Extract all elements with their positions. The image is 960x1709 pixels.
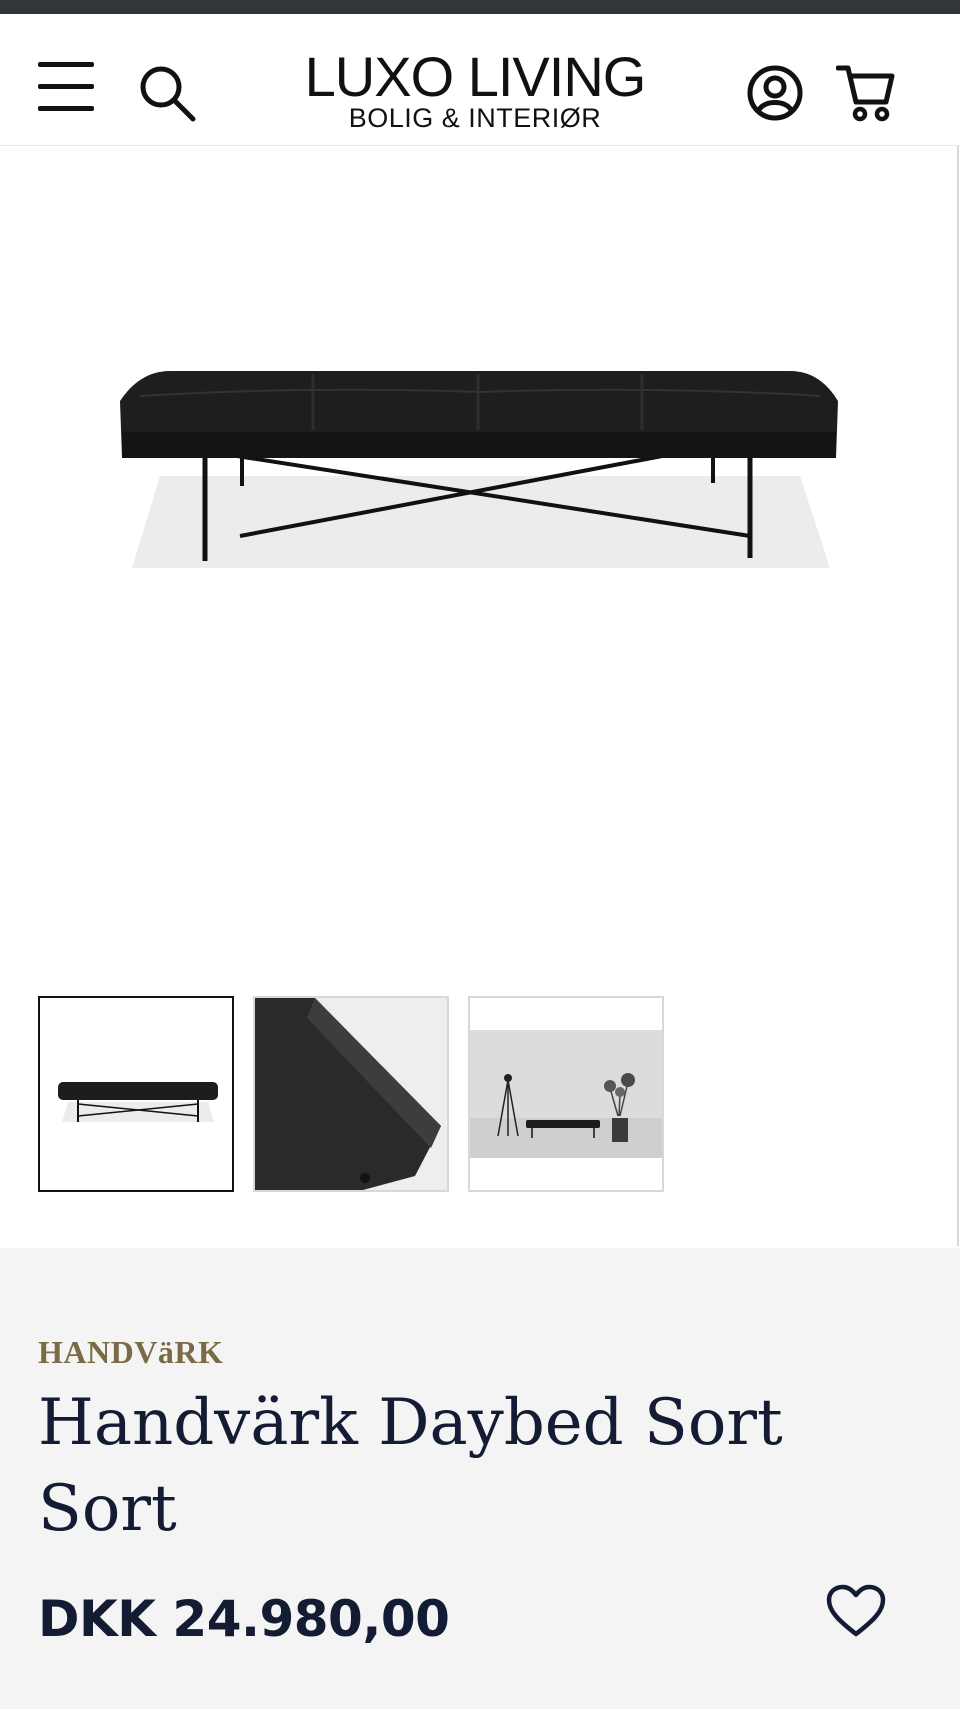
thumbnail-daybed-front[interactable] (38, 996, 234, 1192)
thumbnail-room-scene[interactable] (468, 996, 664, 1192)
heart-icon[interactable] (826, 1584, 886, 1640)
search-icon[interactable] (138, 64, 200, 126)
product-title: Handvärk Daybed Sort Sort (38, 1386, 783, 1546)
scroll-indicator (957, 146, 959, 1246)
site-logo[interactable]: LUXO LIVING BOLIG & INTERIØR (285, 45, 665, 133)
logo-title: LUXO LIVING (304, 45, 647, 108)
menu-icon[interactable] (36, 62, 96, 114)
product-main-image[interactable] (0, 146, 956, 966)
logo-subtitle: BOLIG & INTERIØR (348, 103, 602, 133)
thumbnail-leather-detail[interactable] (253, 996, 449, 1192)
product-price: DKK 24.980,00 (38, 1590, 450, 1648)
cart-icon[interactable] (835, 62, 896, 124)
product-info: HANDVäRK Handvärk Daybed Sort Sort DKK 2… (0, 1248, 960, 1709)
site-header: LUXO LIVING BOLIG & INTERIØR (0, 14, 960, 146)
account-icon[interactable] (746, 64, 804, 122)
product-brand-link[interactable]: HANDVäRK (38, 1334, 223, 1371)
status-bar (0, 0, 960, 14)
